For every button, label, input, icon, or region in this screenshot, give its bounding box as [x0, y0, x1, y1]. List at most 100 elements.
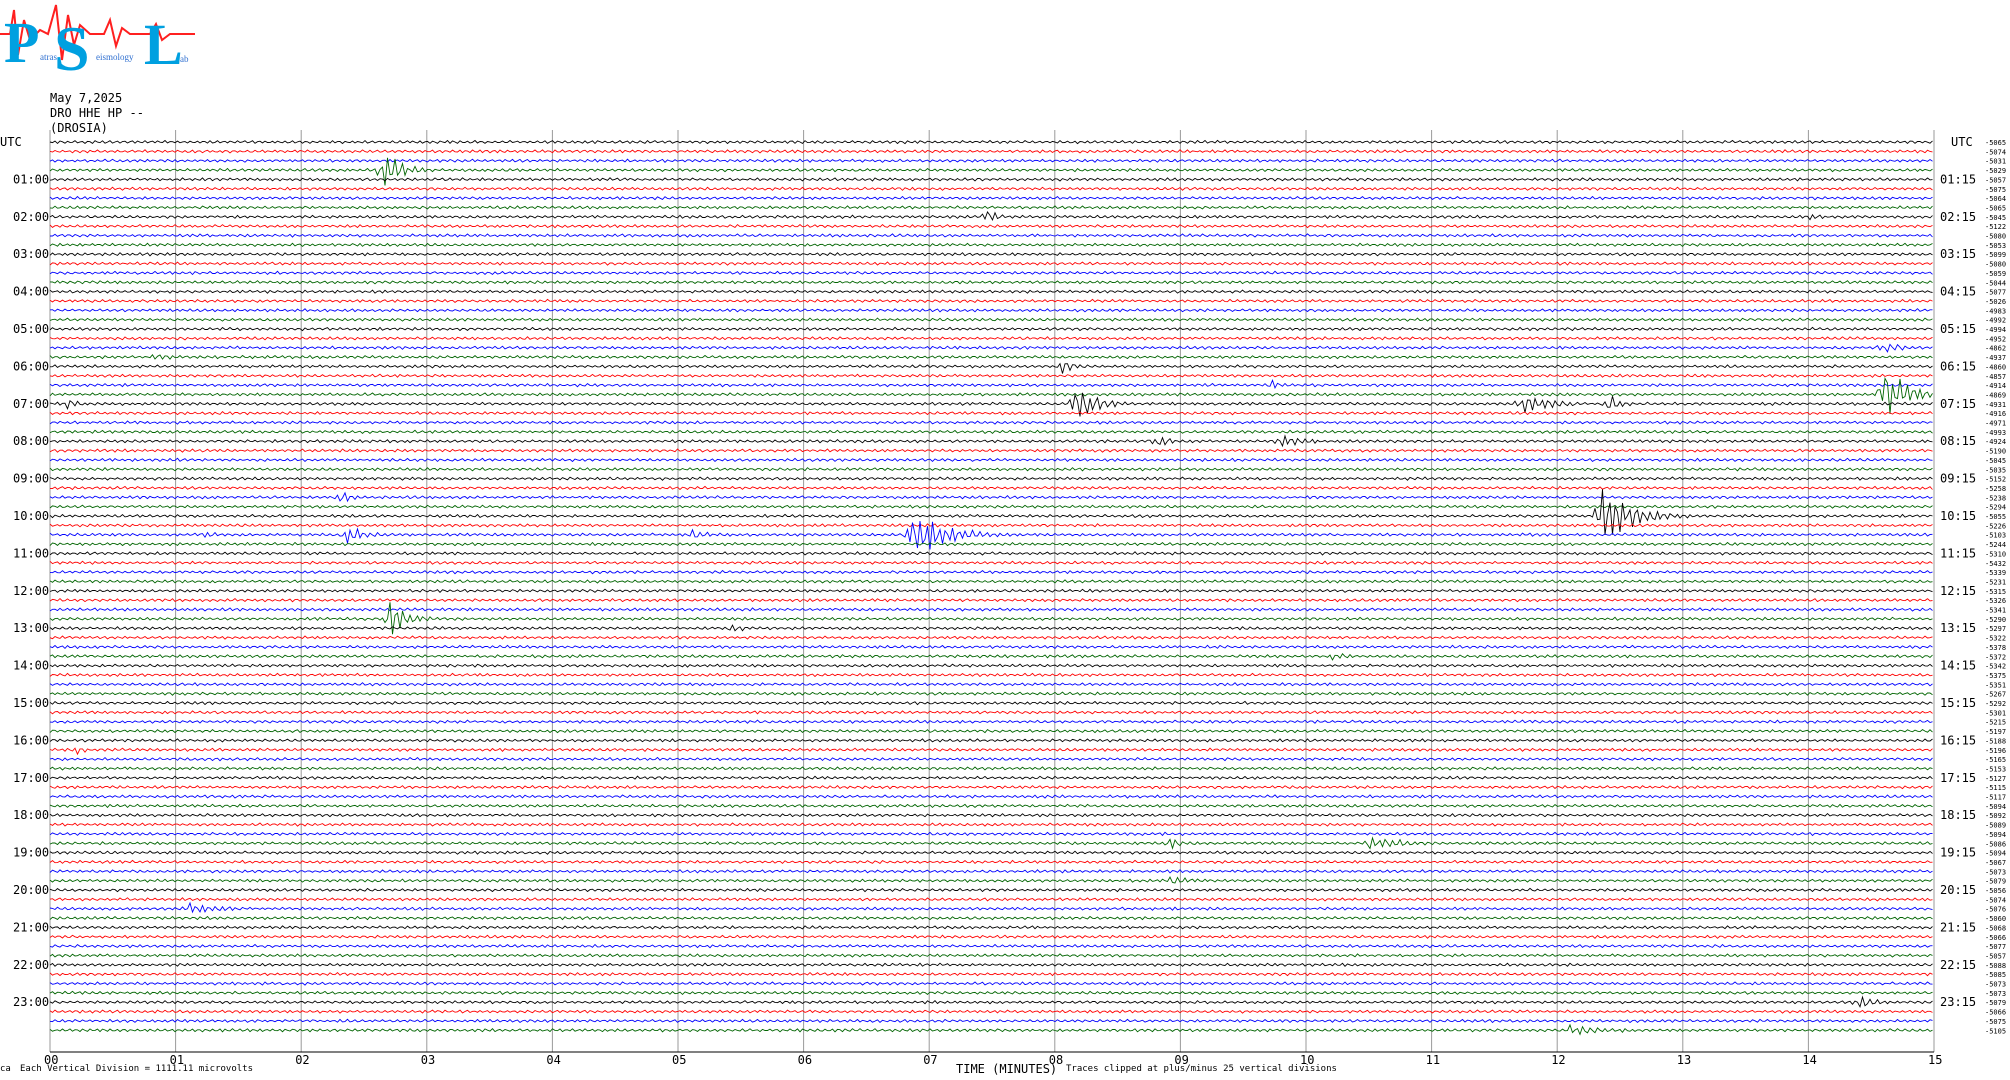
trace-row-56 [49, 663, 1933, 668]
trace-row-58 [49, 682, 1933, 687]
hour-label-left: 02:00 [13, 210, 49, 224]
offset-label: -5103 [1985, 532, 2006, 540]
trace-row-18 [49, 308, 1933, 313]
offset-label: -5055 [1985, 513, 2006, 521]
offset-label: -4931 [1985, 401, 2006, 409]
offset-label: -5056 [1985, 887, 2006, 895]
offset-label: -5079 [1985, 878, 2006, 886]
hour-label-left: 06:00 [13, 359, 49, 373]
trace-row-17 [49, 298, 1933, 304]
offset-label: -5226 [1985, 522, 2006, 530]
trace-row-63 [49, 728, 1933, 734]
offset-label: -5339 [1985, 569, 2006, 577]
offset-label: -5294 [1985, 504, 2006, 512]
offset-label: -5215 [1985, 719, 2006, 727]
offset-label: -5073 [1985, 868, 2006, 876]
offset-label: -5044 [1985, 279, 2006, 287]
offset-label: -5094 [1985, 803, 2006, 811]
trace-row-46 [49, 569, 1933, 575]
trace-row-2 [49, 158, 1933, 163]
hour-label-right: 15:15 [1940, 696, 1976, 710]
trace-row-38 [49, 491, 1933, 503]
offset-label: -5045 [1985, 457, 2006, 465]
hour-label-right: 14:15 [1940, 659, 1976, 673]
trace-row-4 [49, 177, 1933, 182]
offset-label: -5351 [1985, 681, 2006, 689]
hour-label-right: 05:15 [1940, 322, 1976, 336]
hour-label-left: 19:00 [13, 846, 49, 860]
offset-label: -5378 [1985, 644, 2006, 652]
trace-row-85 [49, 934, 1933, 939]
offset-label: -5074 [1985, 148, 2006, 156]
trace-row-62 [49, 719, 1933, 724]
offset-label: -5080 [1985, 233, 2006, 241]
offset-label: -5372 [1985, 653, 2006, 661]
trace-row-84 [49, 925, 1933, 930]
trace-row-93 [49, 1009, 1933, 1014]
trace-row-91 [49, 990, 1933, 996]
trace-row-50 [49, 607, 1933, 612]
trace-rows [49, 139, 1933, 1036]
hour-label-right: 21:15 [1940, 920, 1976, 934]
trace-row-68 [49, 775, 1933, 781]
trace-row-64 [49, 738, 1933, 743]
trace-row-7 [49, 205, 1933, 210]
offset-label: -4862 [1985, 345, 2006, 353]
offset-label: -5089 [1985, 822, 2006, 830]
offset-label: -4914 [1985, 382, 2006, 390]
trace-row-95 [49, 1023, 1933, 1036]
hour-label-right: 10:15 [1940, 509, 1976, 523]
offset-label: -5290 [1985, 616, 2006, 624]
hour-label-right: 01:15 [1940, 172, 1976, 186]
trace-row-70 [49, 794, 1933, 799]
offset-label: -5085 [1985, 971, 2006, 979]
offset-label: -5074 [1985, 896, 2006, 904]
trace-row-23 [49, 354, 1933, 360]
offset-label: -5076 [1985, 906, 2006, 914]
trace-row-13 [49, 261, 1933, 266]
offset-label: -4993 [1985, 429, 2006, 437]
trace-row-75 [49, 836, 1933, 850]
offset-label: -5068 [1985, 924, 2006, 932]
trace-row-5 [49, 186, 1933, 191]
trace-row-48 [49, 588, 1933, 593]
time-axis-label: TIME (MINUTES) [956, 1062, 1058, 1076]
offset-label: -5196 [1985, 747, 2006, 755]
trace-row-29 [49, 410, 1933, 416]
trace-row-49 [49, 597, 1933, 603]
offset-label: -5079 [1985, 999, 2006, 1007]
hour-label-left: 23:00 [13, 995, 49, 1009]
offset-label: -4857 [1985, 373, 2006, 381]
trace-row-72 [49, 812, 1933, 818]
helicorder-plot: 00 01 02 03 04 05 06 07 08 09 10 11 12 13 14 15-5065-50… [0, 130, 2006, 1067]
tick-label-11: 11 [1426, 1053, 1440, 1067]
trace-row-33 [49, 448, 1933, 453]
trace-row-41 [49, 523, 1933, 528]
trace-row-67 [49, 766, 1933, 771]
offset-label: -5026 [1985, 298, 2006, 306]
offset-label: -5244 [1985, 541, 2006, 549]
offset-label: -5165 [1985, 756, 2006, 764]
trace-row-0 [49, 139, 1933, 145]
hour-label-left: 17:00 [13, 771, 49, 785]
hour-label-left: 12:00 [13, 584, 49, 598]
trace-row-66 [49, 756, 1933, 762]
trace-row-39 [49, 504, 1933, 509]
trace-row-92 [49, 995, 1933, 1009]
trace-row-82 [49, 901, 1933, 914]
hour-label-right: 22:15 [1940, 958, 1976, 972]
hour-label-right: 16:15 [1940, 733, 1976, 747]
offset-label: -4937 [1985, 354, 2006, 362]
utc-left-label: UTC [0, 135, 22, 149]
trace-row-79 [49, 876, 1933, 884]
trace-row-20 [49, 326, 1933, 332]
trace-row-21 [49, 336, 1933, 341]
clip-note: Traces clipped at plus/minus 25 vertical… [1066, 1064, 1337, 1074]
trace-row-87 [49, 953, 1933, 958]
division-note: Each Vertical Division = 1111.11 microvo… [20, 1064, 253, 1074]
offset-label: -5122 [1985, 223, 2006, 231]
offset-label: -5035 [1985, 466, 2006, 474]
trace-row-35 [49, 467, 1933, 472]
trace-row-37 [49, 485, 1933, 491]
utc-right-label: UTC [1951, 135, 1973, 149]
